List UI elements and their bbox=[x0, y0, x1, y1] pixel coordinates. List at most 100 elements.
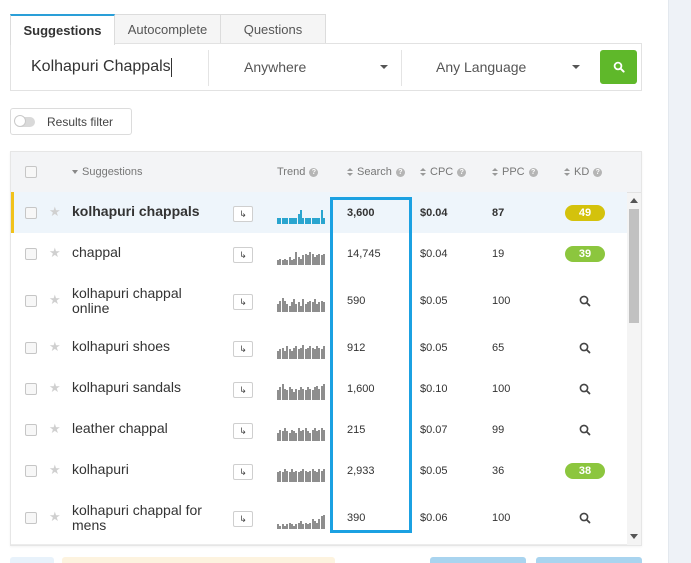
row-checkbox[interactable] bbox=[25, 465, 37, 477]
search-volume: 3,600 bbox=[347, 207, 375, 219]
header-suggestions[interactable]: Suggestions bbox=[72, 152, 143, 192]
bottom-strip-btn-2[interactable] bbox=[536, 557, 642, 563]
keyword-text[interactable]: kolhapuri chappal for mens bbox=[72, 503, 222, 533]
search-button[interactable] bbox=[600, 50, 637, 84]
table-row[interactable]: ★ kolhapuri sandals ↳ 1,600 $0.10 100 bbox=[11, 368, 627, 410]
star-icon[interactable]: ★ bbox=[49, 340, 61, 354]
arrow-return-icon: ↳ bbox=[239, 466, 247, 477]
arrow-return-icon: ↳ bbox=[239, 425, 247, 436]
keyword-text[interactable]: leather chappal bbox=[72, 421, 222, 436]
header-ppc[interactable]: PPC ? bbox=[492, 152, 538, 192]
header-trend: Trend ? bbox=[277, 152, 319, 192]
keyword-text[interactable]: kolhapuri sandals bbox=[72, 380, 222, 395]
search-volume: 1,600 bbox=[347, 383, 375, 395]
use-keyword-button[interactable]: ↳ bbox=[233, 294, 253, 310]
table-row[interactable]: ★ kolhapuri chappals ↳ 3,600 $0.04 87 49 bbox=[11, 192, 627, 234]
chevron-down-icon bbox=[380, 65, 388, 69]
filter-toggle[interactable] bbox=[14, 114, 35, 127]
tab-bar: Suggestions Autocomplete Questions bbox=[10, 14, 326, 45]
location-select[interactable]: Anywhere bbox=[209, 52, 401, 82]
row-checkbox[interactable] bbox=[25, 512, 37, 524]
row-checkbox[interactable] bbox=[25, 248, 37, 260]
star-icon[interactable]: ★ bbox=[49, 246, 61, 260]
table-row[interactable]: ★ leather chappal ↳ 215 $0.07 99 bbox=[11, 409, 627, 451]
keyword-input[interactable] bbox=[21, 52, 221, 82]
star-icon[interactable]: ★ bbox=[49, 205, 61, 219]
location-value: Anywhere bbox=[244, 59, 307, 75]
table-row[interactable]: ★ chappal ↳ 14,745 $0.04 19 39 bbox=[11, 233, 627, 275]
use-keyword-button[interactable]: ↳ bbox=[233, 511, 253, 527]
header-kd[interactable]: KD ? bbox=[564, 152, 603, 192]
row-checkbox[interactable] bbox=[25, 207, 37, 219]
search-icon bbox=[613, 61, 625, 73]
scroll-down-arrow[interactable] bbox=[630, 534, 638, 539]
keyword-text[interactable]: kolhapuri shoes bbox=[72, 339, 222, 354]
help-icon[interactable]: ? bbox=[593, 167, 603, 177]
use-keyword-button[interactable]: ↳ bbox=[233, 464, 253, 480]
search-icon[interactable] bbox=[578, 511, 592, 525]
table-row[interactable]: ★ kolhapuri chappal for mens ↳ 390 $0.06 100 bbox=[11, 491, 627, 545]
results-filter-button[interactable]: Results filter bbox=[10, 108, 132, 135]
trend-bar bbox=[323, 254, 325, 265]
use-keyword-button[interactable]: ↳ bbox=[233, 206, 253, 222]
bottom-strip-btn-1[interactable] bbox=[430, 557, 526, 563]
arrow-return-icon: ↳ bbox=[239, 384, 247, 395]
table-row[interactable]: ★ kolhapuri shoes ↳ 912 $0.05 65 bbox=[11, 327, 627, 369]
trend-bar bbox=[323, 346, 325, 359]
search-icon[interactable] bbox=[578, 341, 592, 355]
bottom-strip-left bbox=[10, 557, 54, 563]
help-icon[interactable]: ? bbox=[309, 167, 319, 177]
row-checkbox[interactable] bbox=[25, 295, 37, 307]
trend-bar bbox=[323, 469, 325, 482]
trend-sparkline bbox=[277, 384, 325, 400]
help-icon[interactable]: ? bbox=[528, 167, 538, 177]
trend-sparkline bbox=[277, 513, 325, 529]
search-icon[interactable] bbox=[578, 294, 592, 308]
cpc-value: $0.05 bbox=[420, 295, 448, 307]
star-icon[interactable]: ★ bbox=[49, 381, 61, 395]
header-search[interactable]: Search ? bbox=[347, 152, 405, 192]
trend-sparkline bbox=[277, 249, 325, 265]
search-volume: 912 bbox=[347, 342, 366, 354]
row-checkbox[interactable] bbox=[25, 383, 37, 395]
tab-suggestions[interactable]: Suggestions bbox=[10, 14, 115, 45]
search-icon[interactable] bbox=[578, 423, 592, 437]
help-icon[interactable]: ? bbox=[457, 167, 467, 177]
star-icon[interactable]: ★ bbox=[49, 422, 61, 436]
cpc-value: $0.04 bbox=[420, 207, 448, 219]
help-icon[interactable]: ? bbox=[395, 167, 405, 177]
keyword-text[interactable]: chappal bbox=[72, 245, 222, 260]
sort-icon bbox=[347, 167, 354, 177]
keyword-text[interactable]: kolhapuri bbox=[72, 462, 222, 477]
use-keyword-button[interactable]: ↳ bbox=[233, 341, 253, 357]
row-checkbox[interactable] bbox=[25, 342, 37, 354]
search-volume: 14,745 bbox=[347, 248, 381, 260]
table-row[interactable]: ★ kolhapuri chappal online ↳ 590 $0.05 100 bbox=[11, 274, 627, 328]
select-all-checkbox[interactable] bbox=[25, 166, 37, 178]
star-icon[interactable]: ★ bbox=[49, 510, 61, 524]
keyword-text[interactable]: kolhapuri chappals bbox=[72, 204, 222, 219]
cpc-value: $0.04 bbox=[420, 248, 448, 260]
use-keyword-button[interactable]: ↳ bbox=[233, 423, 253, 439]
ppc-value: 87 bbox=[492, 207, 505, 219]
search-volume: 590 bbox=[347, 295, 366, 307]
tab-autocomplete[interactable]: Autocomplete bbox=[114, 14, 221, 44]
bottom-strip-mid bbox=[62, 557, 335, 563]
row-checkbox[interactable] bbox=[25, 424, 37, 436]
trend-sparkline bbox=[277, 425, 325, 441]
use-keyword-button[interactable]: ↳ bbox=[233, 247, 253, 263]
search-volume: 215 bbox=[347, 424, 366, 436]
search-icon[interactable] bbox=[578, 382, 592, 396]
star-icon[interactable]: ★ bbox=[49, 463, 61, 477]
table-row[interactable]: ★ kolhapuri ↳ 2,933 $0.05 36 38 bbox=[11, 450, 627, 492]
scrollbar-thumb[interactable] bbox=[629, 209, 639, 323]
header-cpc[interactable]: CPC ? bbox=[420, 152, 467, 192]
search-volume: 2,933 bbox=[347, 465, 375, 477]
keyword-text[interactable]: kolhapuri chappal online bbox=[72, 286, 222, 316]
use-keyword-button[interactable]: ↳ bbox=[233, 382, 253, 398]
tab-questions[interactable]: Questions bbox=[220, 14, 326, 44]
language-select[interactable]: Any Language bbox=[402, 52, 594, 82]
scroll-up-arrow[interactable] bbox=[630, 198, 638, 203]
trend-sparkline bbox=[277, 208, 325, 224]
star-icon[interactable]: ★ bbox=[49, 293, 61, 307]
